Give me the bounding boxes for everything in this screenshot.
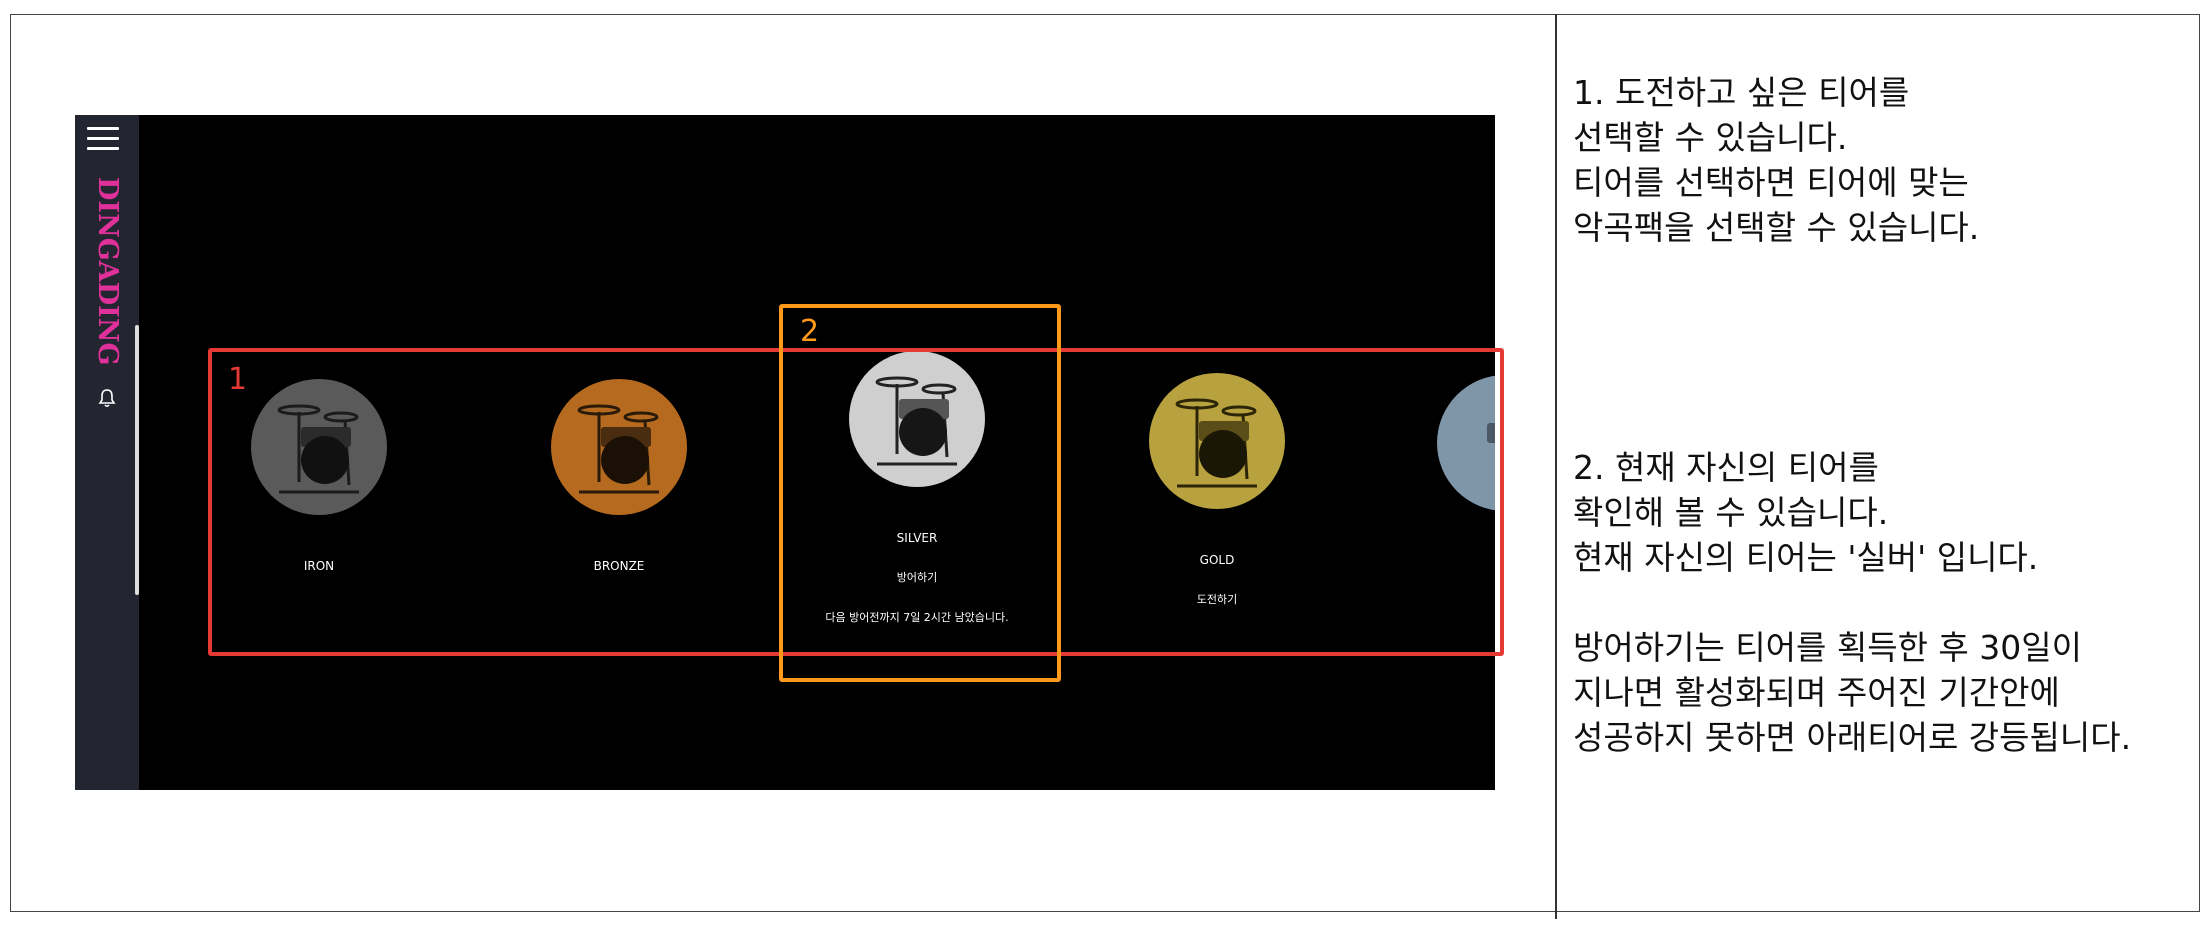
annotation-label-2: 2: [800, 314, 820, 349]
note-2: 2. 현재 자신의 티어를 확인해 볼 수 있습니다. 현재 자신의 티어는 '…: [1573, 448, 2132, 757]
panel-divider: [1555, 14, 1557, 919]
menu-icon[interactable]: [87, 127, 119, 151]
note-1: 1. 도전하고 싶은 티어를 선택할 수 있습니다. 티어를 선택하면 티어에 …: [1573, 73, 1980, 247]
bell-icon[interactable]: [97, 387, 117, 409]
app-logo[interactable]: DINGADING: [85, 177, 129, 377]
sidebar: DINGADING: [75, 115, 139, 790]
annotation-label-1: 1: [228, 362, 248, 397]
annotation-box-2: [779, 304, 1061, 682]
scrollbar[interactable]: [135, 325, 139, 595]
